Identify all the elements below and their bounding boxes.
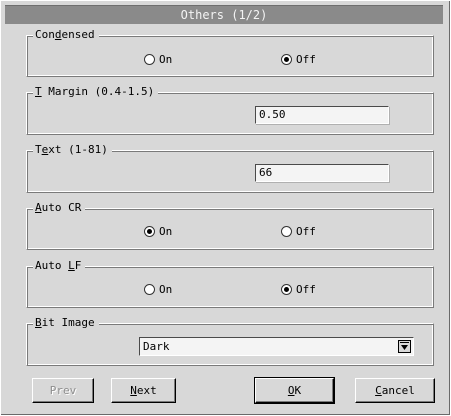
auto-cr-on-radio[interactable]: On: [144, 224, 172, 238]
cancel-button[interactable]: Cancel: [355, 378, 435, 403]
prev-button[interactable]: Prev: [32, 378, 94, 403]
auto-cr-label: Auto CR: [33, 201, 86, 215]
condensed-label: Condensed: [33, 28, 99, 42]
dropdown-arrow-icon[interactable]: [398, 340, 411, 353]
ok-button[interactable]: OK: [254, 377, 335, 404]
auto-cr-off-radio[interactable]: Off: [281, 224, 316, 238]
bit-image-select[interactable]: Dark: [139, 337, 414, 356]
t-margin-input[interactable]: 0.50: [255, 106, 389, 124]
bit-image-group: Bit Image Dark: [26, 316, 434, 366]
radio-icon-selected: [144, 225, 155, 237]
auto-lf-off-radio[interactable]: Off: [281, 282, 316, 296]
auto-lf-on-radio[interactable]: On: [144, 282, 172, 296]
condensed-group: Condensed On Off: [26, 28, 434, 77]
dialog-title: Others (1/2): [5, 5, 443, 24]
t-margin-label: T Margin (0.4-1.5): [33, 85, 159, 99]
radio-icon: [144, 283, 155, 295]
text-label: Text (1-81): [33, 143, 112, 157]
auto-lf-group: Auto LF On Off: [26, 259, 434, 308]
auto-cr-group: Auto CR On Off: [26, 201, 434, 250]
auto-lf-label: Auto LF: [33, 259, 86, 273]
radio-icon-selected: [281, 283, 292, 295]
next-button[interactable]: Next: [111, 378, 176, 403]
text-input[interactable]: 66: [255, 164, 389, 182]
condensed-on-radio[interactable]: On: [144, 52, 172, 66]
radio-icon: [144, 53, 155, 65]
condensed-off-radio[interactable]: Off: [281, 52, 316, 66]
radio-icon-selected: [281, 53, 292, 65]
radio-icon: [281, 225, 292, 237]
bit-image-label: Bit Image: [33, 316, 99, 330]
others-dialog: Others (1/2) Condensed On Off T Margin (…: [0, 0, 451, 416]
text-group: Text (1-81) 66: [26, 143, 434, 193]
t-margin-group: T Margin (0.4-1.5) 0.50: [26, 85, 434, 135]
